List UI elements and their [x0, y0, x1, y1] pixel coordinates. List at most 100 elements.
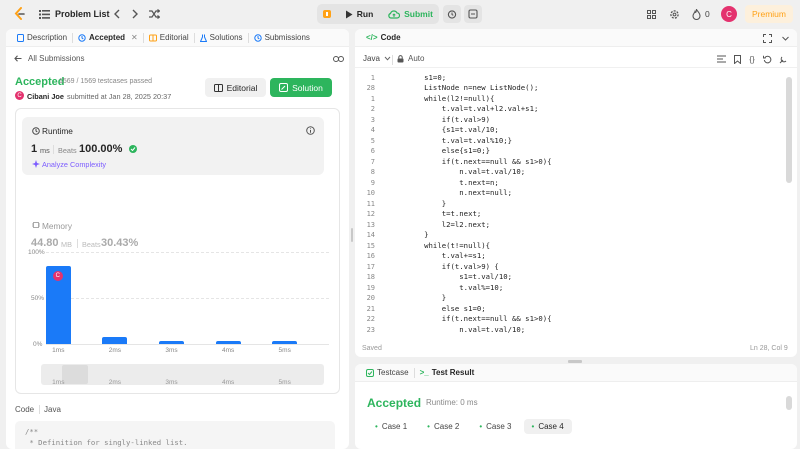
case-tab-2[interactable]: • Case 2 [419, 419, 467, 434]
code-line[interactable]: 10 n.next=null; [355, 188, 785, 199]
line-number: 5 [370, 136, 375, 145]
tab-test-result[interactable]: >_ Test Result [415, 364, 480, 382]
vertical-splitter[interactable] [350, 228, 354, 242]
code-line[interactable]: 12 t=t.next; [355, 209, 785, 220]
code-line[interactable]: 8 n.val=t.val/10; [355, 167, 785, 178]
editor-scrollbar[interactable] [786, 77, 792, 183]
horizontal-splitter[interactable] [568, 360, 582, 363]
editor-tab-bar: </> Code [355, 29, 797, 47]
case-pass-dot: • [479, 422, 483, 431]
editorial-button[interactable]: Editorial [205, 78, 266, 97]
line-number: 7 [370, 157, 375, 166]
code-line[interactable]: 7 if(t.next==null && s1>0){ [355, 157, 785, 168]
code-line[interactable] [355, 62, 785, 73]
cloud-upload-icon [388, 9, 401, 19]
line-number: 3 [370, 115, 375, 124]
runtime-beats-value: 100.00% [79, 143, 123, 155]
code-line[interactable]: 2 t.val=t.val+l2.val+s1; [355, 104, 785, 115]
tab-testcase[interactable]: Testcase [361, 364, 414, 382]
test-result-panel: Testcase >_ Test Result Accepted Runtime… [355, 364, 797, 449]
code-line[interactable]: 17 if(t.val>9) { [355, 262, 785, 273]
share-link-icon[interactable] [333, 54, 344, 63]
code-line[interactable]: 18 s1=t.val/10; [355, 272, 785, 283]
result-scrollbar[interactable] [786, 396, 792, 410]
code-line[interactable]: 19 t.val%=10; [355, 283, 785, 294]
line-number: 1 [370, 73, 375, 82]
tab-submissions-label: Submissions [264, 33, 310, 42]
case-tab-3[interactable]: • Case 3 [471, 419, 519, 434]
sparkle-icon [31, 159, 40, 168]
code-line[interactable]: 5 t.val=t.val%10;} [355, 136, 785, 147]
code-line[interactable]: 1 while(l2!=null){ [355, 94, 785, 105]
gear-icon[interactable] [668, 8, 680, 20]
layout-grid-icon[interactable] [646, 9, 656, 19]
testcases-passed: 1569 / 1569 testcases passed [59, 78, 153, 85]
streak-fire-icon[interactable] [691, 8, 702, 20]
code-line[interactable]: 14 } [355, 230, 785, 241]
code-line[interactable]: 13 l2=l2.next; [355, 220, 785, 231]
maximize-icon[interactable] [762, 33, 772, 43]
submitted-code-preview[interactable]: /** * Definition for singly-linked list. [15, 421, 335, 449]
problem-list-link[interactable]: Problem List [55, 9, 110, 19]
timer-button[interactable] [443, 5, 461, 23]
line-number: 9 [370, 178, 375, 187]
line-number: 2 [370, 105, 375, 113]
chevron-left-icon[interactable] [111, 8, 121, 20]
slider-tick-label: 1ms [52, 379, 65, 386]
tab-solutions[interactable]: Solutions [195, 29, 248, 47]
code-line[interactable]: 4 {s1=t.val/10; [355, 125, 785, 136]
line-number: 19 [366, 283, 375, 292]
case-pass-dot: • [531, 422, 535, 431]
shuffle-icon[interactable] [148, 8, 160, 20]
code-line[interactable]: 11 } [355, 199, 785, 210]
case-tab-1[interactable]: • Case 1 [367, 419, 415, 434]
avatar-letter: C [726, 9, 732, 19]
code-line[interactable]: 15 while(t!=null){ [355, 241, 785, 252]
close-icon[interactable]: ✕ [131, 33, 138, 42]
code-line[interactable]: 16 t.val+=s1; [355, 251, 785, 262]
code-section-divider [39, 405, 40, 414]
line-number: 16 [366, 252, 375, 260]
premium-button[interactable]: Premium [745, 5, 793, 23]
leetcode-logo-icon[interactable] [12, 7, 26, 21]
history-icon [78, 33, 86, 42]
submitter-name[interactable]: Cibani Joe [27, 92, 64, 101]
code-line[interactable]: 6 else{s1=0;} [355, 146, 785, 157]
line-code: t.val=t.val%10;} [389, 135, 513, 145]
streak-count: 0 [705, 9, 710, 19]
save-status: Saved [362, 345, 382, 352]
line-code: ListNode n=new ListNode(); [389, 83, 539, 92]
line-code: t.val=t.val+l2.val+s1; [389, 104, 539, 113]
list-icon[interactable] [38, 9, 50, 19]
code-line[interactable]: 3 if(t.val>9) [355, 115, 785, 126]
case-tab-label: Case 4 [538, 422, 564, 431]
line-code: {s1=t.val/10; [389, 125, 499, 134]
debug-button[interactable] [320, 6, 334, 22]
code-line[interactable]: 20 } [355, 293, 785, 304]
line-code: while(t!=null){ [389, 240, 491, 250]
tab-accepted[interactable]: Accepted ✕ [73, 29, 143, 47]
tab-submissions[interactable]: Submissions [249, 29, 315, 47]
tab-editorial[interactable]: Editorial [144, 29, 194, 47]
code-line[interactable]: 9 t.next=n; [355, 178, 785, 189]
code-line[interactable]: 1 s1=0; [355, 73, 785, 84]
case-tab-4[interactable]: • Case 4 [523, 419, 572, 434]
tab-description[interactable]: Description [12, 29, 72, 47]
code-editor[interactable]: 1 s1=0; 28 ListNode n=new ListNode(); 1 wh… [355, 60, 785, 337]
tab-code[interactable]: </> Code [361, 29, 406, 47]
chevron-right-icon[interactable] [130, 8, 140, 20]
code-line[interactable]: 23 n.val=t.val/10; [355, 325, 785, 336]
code-line[interactable]: 22 if(t.next==null && s1>0){ [355, 314, 785, 325]
notes-button[interactable] [464, 5, 482, 23]
solution-button[interactable]: Solution [270, 78, 332, 97]
analyze-complexity-link[interactable]: Analyze Complexity [42, 160, 106, 169]
info-icon[interactable] [305, 125, 315, 135]
user-avatar[interactable]: C [721, 6, 737, 22]
memory-beats-label: Beats [82, 240, 101, 249]
code-line[interactable]: 21 else s1=0; [355, 304, 785, 315]
submit-button[interactable]: Submit [384, 6, 437, 22]
back-to-submissions[interactable]: All Submissions [14, 54, 84, 63]
collapse-chevron-icon[interactable] [780, 33, 790, 43]
run-button[interactable]: Run [339, 6, 379, 22]
code-line[interactable]: 28 ListNode n=new ListNode(); [355, 83, 785, 94]
